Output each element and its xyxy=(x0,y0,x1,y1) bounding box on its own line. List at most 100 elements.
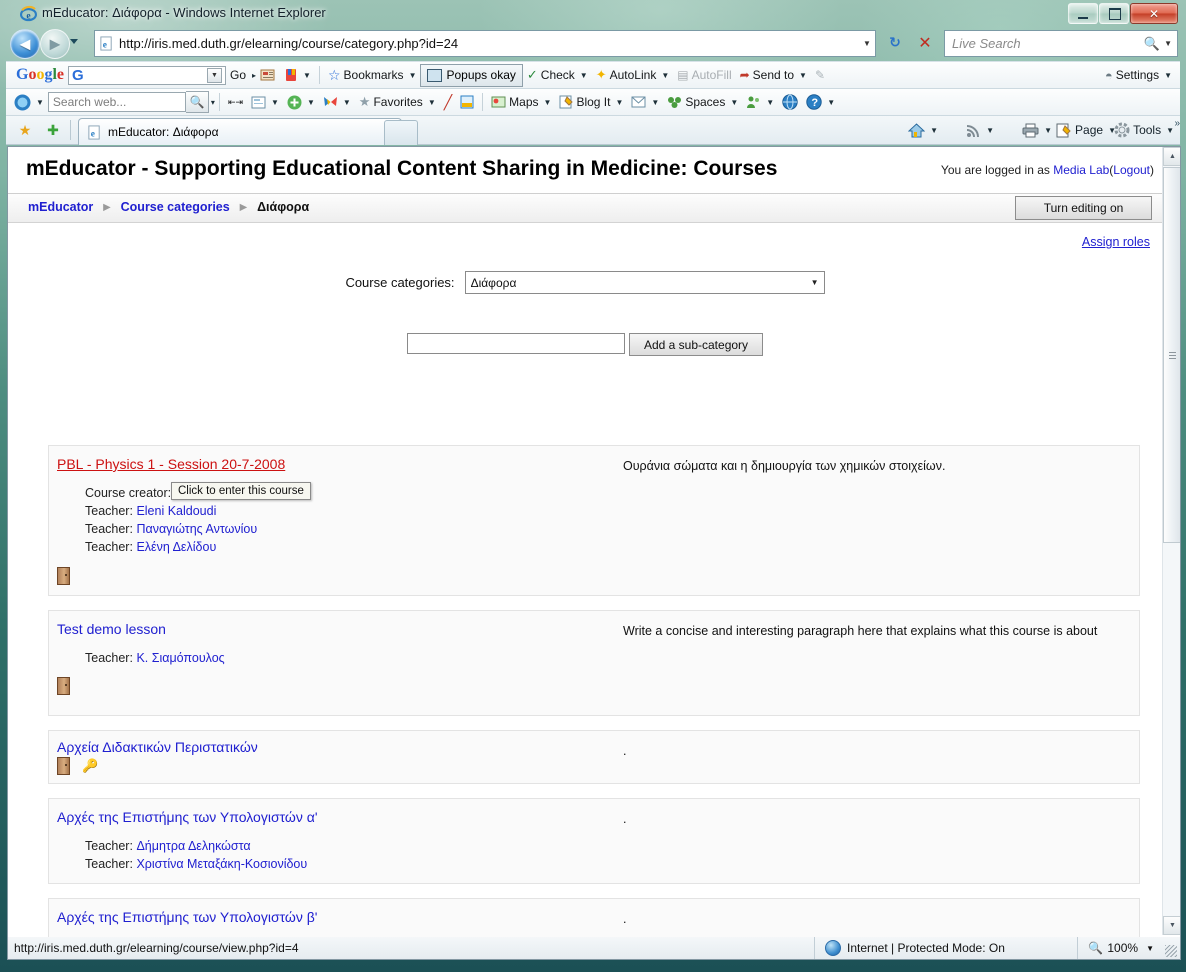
assign-roles-link[interactable]: Assign roles xyxy=(1082,235,1150,249)
msn-contacts-button[interactable]: ▼ xyxy=(742,92,778,113)
google-input-dropdown-icon[interactable]: ▼ xyxy=(207,67,223,83)
google-go-button[interactable]: Go xyxy=(226,65,250,86)
chevron-down-icon[interactable]: ▼ xyxy=(730,98,738,107)
course-categories-select[interactable]: Διάφορα ▼ xyxy=(464,271,825,294)
msn-notes-button[interactable] xyxy=(456,92,478,113)
chevron-down-icon[interactable]: ▼ xyxy=(930,126,938,135)
chevron-down-icon[interactable]: ▼ xyxy=(986,126,994,135)
chevron-down-icon[interactable]: ▼ xyxy=(799,71,807,80)
chevron-down-icon[interactable]: ▼ xyxy=(1166,126,1174,135)
course-name-link[interactable]: PBL - Physics 1 - Session 20-7-2008 xyxy=(57,456,285,472)
msn-maps-button[interactable]: Maps ▼ xyxy=(487,92,555,113)
minimize-button[interactable] xyxy=(1068,3,1098,24)
msn-highlighter-button[interactable]: ╱ xyxy=(440,92,456,113)
print-button[interactable]: ▼ xyxy=(1022,119,1052,141)
chevron-down-icon[interactable]: ▼ xyxy=(766,98,774,107)
search-icon[interactable]: 🔍 xyxy=(1144,36,1160,52)
course-name-link[interactable]: Αρχές της Επιστήμης των Υπολογιστών α' xyxy=(57,809,318,825)
msn-search-button[interactable]: 🔍 xyxy=(185,91,209,113)
chevron-down-icon[interactable]: ▼ xyxy=(303,71,311,80)
favorites-center-button[interactable]: ★ xyxy=(16,121,34,139)
google-sendto-button[interactable]: ➦ Send to ▼ xyxy=(736,65,811,86)
chevron-down-icon[interactable]: ▼ xyxy=(544,98,552,107)
chevron-down-icon[interactable]: ▼ xyxy=(1164,71,1172,80)
chevron-down-icon[interactable]: ▼ xyxy=(409,71,417,80)
feeds-button[interactable]: ▼ xyxy=(966,119,994,141)
msn-add-button[interactable]: ▼ xyxy=(283,92,319,113)
refresh-button[interactable]: ↻ xyxy=(882,30,908,55)
maximize-button[interactable] xyxy=(1099,3,1129,24)
tools-menu-button[interactable]: Tools ▼ xyxy=(1114,119,1174,141)
tab-meducator[interactable]: e mEducator: Διάφορα xyxy=(78,118,402,145)
teacher-link[interactable]: Κ. Σιαμόπουλος xyxy=(136,651,224,665)
popups-okay-button[interactable]: Popups okay xyxy=(420,63,523,87)
teacher-link[interactable]: Χριστίνα Μεταξάκη-Κοσιονίδου xyxy=(136,857,307,871)
scroll-down-button[interactable]: ▼ xyxy=(1163,916,1180,935)
course-name-link[interactable]: Test demo lesson xyxy=(57,621,166,637)
chevron-down-icon[interactable]: ▼ xyxy=(36,98,44,107)
add-subcategory-button[interactable]: Add a sub-category xyxy=(628,333,764,356)
msn-search-input[interactable]: Search web... xyxy=(47,92,186,112)
page-scrollbar[interactable]: ▲ ▼ xyxy=(1162,147,1180,935)
chevron-down-icon[interactable]: ▼ xyxy=(651,98,659,107)
msn-favorites-button[interactable]: ★ Favorites ▼ xyxy=(355,92,440,113)
guest-access-icon[interactable] xyxy=(57,566,70,585)
chevron-down-icon[interactable]: ▼ xyxy=(1044,126,1052,135)
google-bookmarks-sync-button[interactable]: ▼ xyxy=(280,65,315,86)
page-menu-button[interactable]: Page ▼ xyxy=(1056,119,1116,141)
chevron-down-icon[interactable]: ▼ xyxy=(827,98,835,107)
msn-help-button[interactable]: ? ▼ xyxy=(802,92,839,113)
subcategory-name-input[interactable] xyxy=(406,333,625,354)
chevron-down-icon[interactable]: ▼ xyxy=(580,71,588,80)
google-check-button[interactable]: ✓ Check ▼ xyxy=(523,65,592,86)
chevron-down-icon[interactable]: ▼ xyxy=(661,71,669,80)
chevron-down-icon[interactable]: ▼ xyxy=(615,98,623,107)
msn-blogit-button[interactable]: Blog It ▼ xyxy=(555,92,627,113)
logout-link[interactable]: Logout xyxy=(1113,163,1150,177)
new-tab-button[interactable] xyxy=(384,120,418,145)
security-zone[interactable]: Internet | Protected Mode: On xyxy=(814,937,1005,959)
forward-button[interactable]: ▶ xyxy=(40,29,70,59)
turn-editing-on-button[interactable]: Turn editing on xyxy=(1015,196,1152,220)
msn-form-button[interactable]: ▼ xyxy=(247,92,283,113)
toolbar-overflow-icon[interactable]: » xyxy=(1174,118,1180,129)
home-button[interactable]: ▼ xyxy=(908,119,938,141)
msn-toolbox-button[interactable]: ⇤⇥ xyxy=(224,92,247,113)
google-bookmarks-button[interactable]: ☆ Bookmarks ▼ xyxy=(324,65,421,86)
msn-globe-button[interactable] xyxy=(778,92,802,113)
search-dropdown-icon[interactable]: ▼ xyxy=(1164,39,1172,48)
google-news-button[interactable] xyxy=(256,65,280,86)
scroll-up-button[interactable]: ▲ xyxy=(1163,147,1180,166)
google-search-input[interactable]: G ▼ xyxy=(68,65,227,85)
enrolment-key-icon[interactable]: 🔑 xyxy=(82,758,98,774)
google-autolink-button[interactable]: ✦ AutoLink ▼ xyxy=(592,65,674,86)
teacher-link[interactable]: Eleni Kaldoudi xyxy=(136,504,216,518)
history-dropdown-icon[interactable] xyxy=(70,39,78,44)
teacher-link[interactable]: Ελένη Δελίδου xyxy=(136,540,216,554)
address-bar[interactable]: e http://iris.med.duth.gr/elearning/cour… xyxy=(94,30,876,57)
back-button[interactable]: ◀ xyxy=(10,29,40,59)
chevron-down-icon[interactable]: ▼ xyxy=(271,98,279,107)
stop-button[interactable]: ✕ xyxy=(912,30,938,55)
msn-email-button[interactable]: ▼ xyxy=(627,92,663,113)
add-to-favorites-button[interactable]: ✚ xyxy=(44,121,62,139)
zoom-dropdown-icon[interactable]: ▼ xyxy=(1146,944,1154,953)
close-button[interactable]: ✕ xyxy=(1130,3,1178,24)
live-search-box[interactable]: Live Search 🔍 ▼ xyxy=(944,30,1178,57)
guest-access-icon[interactable] xyxy=(57,756,70,775)
guest-access-icon[interactable] xyxy=(57,676,70,695)
resize-grip-icon[interactable] xyxy=(1165,945,1177,957)
scrollbar-thumb[interactable] xyxy=(1163,167,1180,543)
msn-spaces-button[interactable]: Spaces ▼ xyxy=(663,92,742,113)
teacher-link[interactable]: Δήμητρα Δεληκώστα xyxy=(136,839,250,853)
msn-search-caret-icon[interactable]: ▾ xyxy=(211,98,215,107)
breadcrumb-item-meducator[interactable]: mEducator xyxy=(28,200,93,214)
address-dropdown-icon[interactable]: ▼ xyxy=(859,39,875,48)
chevron-down-icon[interactable]: ▼ xyxy=(428,98,436,107)
msn-messenger-button[interactable]: ▼ xyxy=(319,92,355,113)
chevron-down-icon[interactable]: ▼ xyxy=(343,98,351,107)
breadcrumb-item-course-categories[interactable]: Course categories xyxy=(121,200,230,214)
chevron-down-icon[interactable]: ▼ xyxy=(307,98,315,107)
google-highlight-button[interactable]: ✎ xyxy=(811,65,829,86)
google-settings-button[interactable]: ◓ Settings ▼ xyxy=(1101,65,1176,86)
